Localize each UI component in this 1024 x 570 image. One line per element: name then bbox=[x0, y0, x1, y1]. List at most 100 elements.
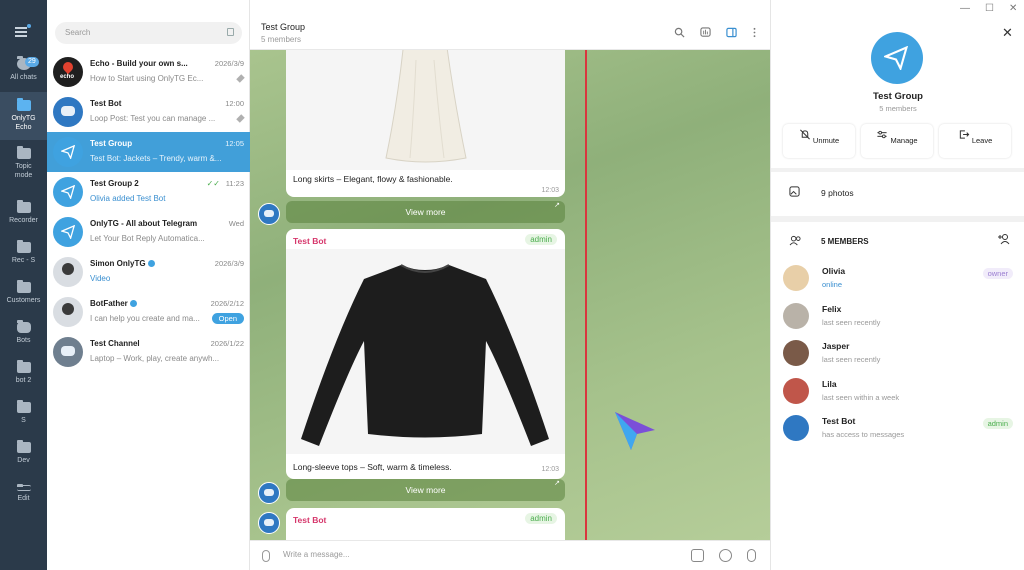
bot-avatar[interactable] bbox=[258, 482, 280, 504]
unread-badge: 29 bbox=[25, 57, 39, 67]
member-test-bot[interactable]: Test Bot has access to messages admin bbox=[783, 413, 1015, 449]
skirt-photo[interactable] bbox=[286, 50, 565, 170]
folder-onlytg-echo[interactable]: OnlyTG Echo bbox=[0, 92, 47, 140]
photos-row[interactable]: 9 photos bbox=[771, 176, 1024, 210]
paper-plane-icon bbox=[61, 185, 75, 199]
folder-label: S bbox=[21, 417, 26, 424]
folder-edit[interactable]: Edit bbox=[0, 482, 47, 503]
bot-avatar[interactable] bbox=[258, 512, 280, 534]
chat-title: Test Channel bbox=[90, 339, 140, 348]
chat-item-simon[interactable]: Simon OnlyTG 2026/3/9 Video bbox=[47, 252, 250, 292]
view-more-button[interactable]: View more ↗ bbox=[286, 201, 565, 223]
commands-icon[interactable] bbox=[691, 549, 704, 562]
members-header: 5 MEMBERS bbox=[821, 237, 869, 246]
message-bubble: Test Bot admin Long-sleeve tops – Soft, … bbox=[286, 229, 565, 479]
folder-bots[interactable]: Bots bbox=[0, 320, 47, 345]
leave-icon bbox=[959, 130, 970, 139]
message-sender[interactable]: Test Bot bbox=[293, 515, 326, 525]
lock-icon[interactable] bbox=[227, 28, 234, 36]
bell-off-icon bbox=[799, 129, 810, 140]
manage-button[interactable]: Manage bbox=[861, 124, 933, 158]
message-bubble: Long skirts – Elegant, flowy & fashionab… bbox=[286, 50, 565, 197]
sidebar-toggle-icon[interactable] bbox=[726, 27, 737, 38]
chat-title: Test Group bbox=[90, 139, 133, 148]
sweater-photo[interactable] bbox=[286, 249, 565, 454]
image-icon bbox=[789, 186, 800, 197]
folder-bot-2[interactable]: bot 2 bbox=[0, 360, 47, 385]
chat-title: BotFather bbox=[90, 299, 200, 308]
member-jasper[interactable]: Jasper last seen recently bbox=[783, 338, 1015, 374]
search-input[interactable]: Search bbox=[55, 22, 242, 44]
folder-icon bbox=[16, 240, 31, 253]
folder-rail: All chats 29 OnlyTG Echo Topic mode Reco… bbox=[0, 0, 47, 570]
poll-icon[interactable] bbox=[700, 27, 711, 38]
message-caption: Long skirts – Elegant, flowy & fashionab… bbox=[293, 174, 453, 184]
maximize-icon[interactable]: ☐ bbox=[985, 3, 994, 14]
message-input[interactable]: Write a message... bbox=[283, 550, 350, 559]
member-name: Test Bot bbox=[822, 416, 856, 426]
bot-avatar[interactable] bbox=[258, 203, 280, 225]
robot-icon bbox=[16, 320, 31, 333]
chat-item-echo[interactable]: echo Echo - Build your own s... 2026/3/9… bbox=[47, 52, 250, 92]
folder-topic-mode[interactable]: Topic mode bbox=[0, 146, 47, 188]
leave-button[interactable]: Leave bbox=[939, 124, 1011, 158]
sliders-icon bbox=[877, 130, 887, 139]
folder-label: Recorder bbox=[9, 217, 38, 224]
owner-badge: owner bbox=[982, 268, 1013, 279]
folder-dev[interactable]: Dev bbox=[0, 440, 47, 465]
folder-rec-s[interactable]: Rec - S bbox=[0, 240, 47, 265]
message-caption: Long-sleeve tops – Soft, warm & timeless… bbox=[293, 462, 452, 472]
minimize-icon[interactable]: — bbox=[960, 3, 970, 14]
chat-time: 12:00 bbox=[225, 99, 244, 108]
echo-avatar: echo bbox=[53, 57, 83, 87]
attach-icon[interactable] bbox=[262, 550, 270, 562]
button-label: Unmute bbox=[812, 136, 840, 145]
chat-title: Simon OnlyTG bbox=[90, 259, 200, 268]
member-lila[interactable]: Lila last seen within a week bbox=[783, 376, 1015, 412]
folder-icon bbox=[16, 440, 31, 453]
folder-customers[interactable]: Customers bbox=[0, 280, 47, 305]
view-more-label: View more bbox=[405, 485, 446, 495]
chat-item-botfather[interactable]: BotFather 2026/2/12 I can help you creat… bbox=[47, 292, 250, 332]
folder-all-chats[interactable]: All chats bbox=[0, 56, 47, 92]
member-felix[interactable]: Felix last seen recently bbox=[783, 301, 1015, 337]
more-vertical-icon[interactable] bbox=[749, 27, 760, 38]
member-olivia[interactable]: Olivia online owner bbox=[783, 263, 1015, 299]
chat-title: Test Group 2 bbox=[90, 179, 139, 188]
chat-item-test-bot[interactable]: Test Bot 12:00 Loop Post: Test you can m… bbox=[47, 92, 250, 132]
chat-item-test-channel[interactable]: Test Channel 2026/1/22 Laptop – Work, pl… bbox=[47, 332, 250, 372]
chat-item-test-group[interactable]: Test Group 12:05 Test Bot: Jackets – Tre… bbox=[47, 132, 250, 172]
chat-preview: I can help you create and ma... bbox=[90, 314, 200, 323]
chat-time: 2026/2/12 bbox=[210, 299, 244, 308]
sweater-image bbox=[301, 264, 549, 446]
close-icon[interactable]: ✕ bbox=[1002, 25, 1013, 41]
open-button[interactable]: Open bbox=[211, 313, 244, 324]
search-icon[interactable] bbox=[674, 27, 685, 38]
divider bbox=[771, 168, 1024, 172]
message-bubble: Test Bot admin bbox=[286, 508, 565, 540]
folder-label: Bots bbox=[16, 337, 31, 344]
folder-recorder[interactable]: Recorder bbox=[0, 200, 47, 225]
chat-item-test-group-2[interactable]: Test Group 2 ✓✓ 11:23 Olivia added Test … bbox=[47, 172, 250, 212]
emoji-icon[interactable] bbox=[719, 549, 732, 562]
member-avatar bbox=[783, 340, 809, 366]
external-link-icon: ↗ bbox=[554, 202, 560, 209]
add-member-icon[interactable] bbox=[997, 233, 1011, 245]
folder-label: Rec - S bbox=[11, 257, 36, 264]
unmute-button[interactable]: Unmute bbox=[783, 124, 855, 158]
folder-s[interactable]: S bbox=[0, 400, 47, 425]
botfather-avatar bbox=[53, 297, 83, 327]
chat-item-onlytg-channel[interactable]: OnlyTG - All about Telegram Wed Let Your… bbox=[47, 212, 250, 252]
menu-icon[interactable] bbox=[15, 24, 31, 37]
microphone-icon[interactable] bbox=[747, 549, 756, 562]
photos-count: 9 photos bbox=[821, 188, 854, 198]
view-more-button[interactable]: View more ↗ bbox=[286, 479, 565, 501]
double-check-icon: ✓✓ bbox=[206, 179, 220, 188]
chat-header[interactable]: Test Group 5 members bbox=[250, 0, 770, 50]
window-close-icon[interactable]: ✕ bbox=[1009, 3, 1017, 14]
group-avatar[interactable] bbox=[871, 32, 923, 84]
chat-title: Test Bot bbox=[90, 99, 122, 108]
message-sender[interactable]: Test Bot bbox=[293, 236, 326, 246]
folder-icon bbox=[16, 400, 31, 413]
member-avatar bbox=[783, 378, 809, 404]
